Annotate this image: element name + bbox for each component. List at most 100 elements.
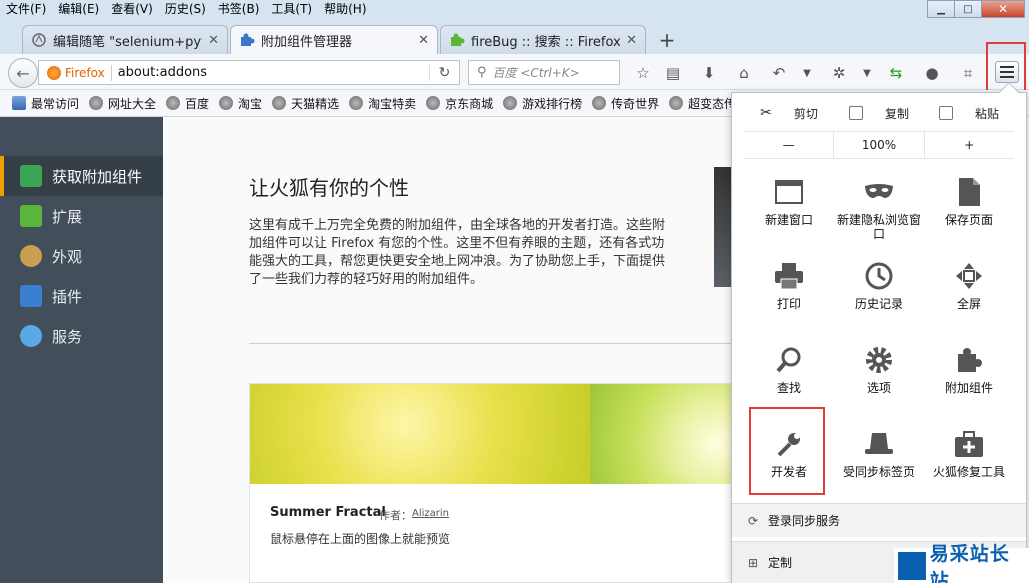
menu-edit[interactable]: 编辑(E) bbox=[52, 0, 105, 20]
globe-icon bbox=[219, 96, 234, 110]
save-page-button[interactable]: 保存页面 bbox=[924, 165, 1014, 247]
bookmark-item[interactable]: 网址大全 bbox=[89, 95, 156, 112]
back-button[interactable]: ← bbox=[8, 58, 38, 88]
firefox-icon bbox=[47, 65, 61, 80]
close-window-button[interactable]: ✕ bbox=[981, 0, 1025, 18]
bookmark-item[interactable]: 游戏排行榜 bbox=[503, 95, 582, 112]
addons-button[interactable]: 附加组件 bbox=[924, 333, 1014, 415]
zoom-reset-button[interactable]: 100% bbox=[833, 132, 925, 158]
menu-history[interactable]: 历史(S) bbox=[159, 0, 212, 20]
dropdown-arrow-icon[interactable]: ▼ bbox=[856, 62, 878, 84]
printer-icon bbox=[774, 261, 804, 291]
bookmark-item[interactable]: 百度 bbox=[166, 95, 209, 112]
close-tab-icon[interactable]: ✕ bbox=[418, 33, 429, 48]
site-identity[interactable]: Firefox bbox=[39, 65, 105, 80]
zoom-out-button[interactable]: — bbox=[744, 132, 833, 158]
bookmark-item[interactable]: 超变态传 bbox=[669, 95, 736, 112]
menu-bookmarks[interactable]: 书签(B) bbox=[212, 0, 266, 20]
addons-sidebar: 获取附加组件 扩展 外观 插件 服务 bbox=[0, 117, 163, 583]
plus-square-icon: ⊞ bbox=[747, 555, 759, 570]
watermark-logo-icon bbox=[898, 551, 926, 580]
print-button[interactable]: 打印 bbox=[744, 249, 834, 331]
reload-icon[interactable]: ↻ bbox=[429, 64, 459, 81]
sidebar-item-get-addons[interactable]: 获取附加组件 bbox=[0, 156, 163, 196]
bookmark-item[interactable]: 淘宝 bbox=[219, 95, 262, 112]
author-link[interactable]: Alizarin bbox=[412, 508, 449, 519]
tab-firebug-search[interactable]: fireBug :: 搜索 :: Firefox 附加 ✕ bbox=[440, 25, 646, 54]
copy-icon bbox=[848, 106, 863, 120]
most-visited-icon bbox=[12, 96, 26, 110]
chat-bubble-icon bbox=[20, 325, 42, 347]
bookmarks-list-icon[interactable]: ▤ bbox=[662, 62, 684, 84]
paste-button[interactable]: 粘贴 bbox=[924, 101, 1014, 125]
cut-button[interactable]: ✂ 剪切 bbox=[744, 101, 834, 125]
menu-view[interactable]: 查看(V) bbox=[105, 0, 159, 20]
search-placeholder: 百度 <Ctrl+K> bbox=[492, 66, 580, 80]
globe-icon bbox=[592, 96, 607, 110]
home-icon[interactable]: ⌂ bbox=[733, 62, 755, 84]
tab-strip: 编辑随笔 "selenium+pytho ✕ 附加组件管理器 ✕ fireBug… bbox=[0, 20, 1029, 54]
zoom-controls: — 100% + bbox=[744, 131, 1014, 159]
copy-button[interactable]: 复制 bbox=[834, 101, 924, 125]
featured-theme-card[interactable]: Summer Fractal 作者： Alizarin 鼠标悬停在上面的图像上就… bbox=[249, 383, 770, 583]
download-addons-icon bbox=[20, 165, 42, 187]
url-bar[interactable]: Firefox about:addons ↻ bbox=[38, 60, 460, 85]
sync-arrows-icon[interactable]: ⇆ bbox=[885, 62, 907, 84]
search-icon: ⚲ bbox=[477, 65, 487, 80]
bookmark-item[interactable]: 传奇世界 bbox=[592, 95, 659, 112]
history-button[interactable]: 历史记录 bbox=[834, 249, 924, 331]
watermark: 易采站长站 bbox=[894, 543, 1029, 583]
puzzle-green-icon bbox=[449, 32, 465, 48]
tab-label: 编辑随笔 "selenium+pytho bbox=[53, 34, 202, 50]
puzzle-icon bbox=[239, 32, 255, 48]
fullscreen-button[interactable]: 全屏 bbox=[924, 249, 1014, 331]
mask-icon bbox=[864, 177, 894, 207]
edit-controls: ✂ 剪切 复制 粘贴 bbox=[744, 101, 1014, 125]
sidebar-item-extensions[interactable]: 扩展 bbox=[0, 196, 163, 236]
dropdown-arrow-icon[interactable]: ▼ bbox=[796, 62, 818, 84]
sidebar-item-appearance[interactable]: 外观 bbox=[0, 236, 163, 276]
menu-file[interactable]: 文件(F) bbox=[0, 0, 52, 20]
globe-icon bbox=[669, 96, 684, 110]
new-window-button[interactable]: 新建窗口 bbox=[744, 165, 834, 247]
bookmark-item[interactable]: 淘宝特卖 bbox=[349, 95, 416, 112]
url-text[interactable]: about:addons bbox=[118, 65, 429, 80]
author-label: 作者： bbox=[379, 509, 412, 522]
find-button[interactable]: 查找 bbox=[744, 333, 834, 415]
clipboard-icon bbox=[938, 106, 953, 120]
zoom-in-button[interactable]: + bbox=[925, 132, 1014, 158]
menu-tools[interactable]: 工具(T) bbox=[265, 0, 318, 20]
close-tab-icon[interactable]: ✕ bbox=[626, 33, 637, 48]
bookmark-item[interactable]: 京东商城 bbox=[426, 95, 493, 112]
download-icon[interactable]: ⬇ bbox=[698, 62, 720, 84]
new-tab-button[interactable]: + bbox=[656, 28, 678, 52]
bookmark-item[interactable]: 天猫精选 bbox=[272, 95, 339, 112]
app-menu-panel: ✂ 剪切 复制 粘贴 — 100% + 新建窗口 新建隐私浏览窗口 保存页面 打印… bbox=[731, 82, 1027, 583]
nav-bar: Firefox about:addons ↻ ← ⚲ 百度 <Ctrl+K> ☆… bbox=[0, 42, 1029, 98]
tab-addons-manager[interactable]: 附加组件管理器 ✕ bbox=[230, 25, 438, 54]
repair-tool-button[interactable]: 火狐修复工具 bbox=[924, 417, 1014, 499]
tab-blog[interactable]: 编辑随笔 "selenium+pytho ✕ bbox=[22, 25, 228, 54]
minimize-button[interactable]: ▁ bbox=[927, 0, 955, 18]
menu-help[interactable]: 帮助(H) bbox=[318, 0, 372, 20]
options-button[interactable]: 选项 bbox=[834, 333, 924, 415]
toolbox-icon bbox=[954, 429, 984, 459]
bookmark-item[interactable]: 最常访问 bbox=[12, 95, 79, 112]
chat-bubble-icon[interactable]: ● bbox=[921, 62, 943, 84]
maximize-button[interactable]: □ bbox=[954, 0, 982, 18]
bookmark-star-icon[interactable]: ☆ bbox=[632, 62, 654, 84]
tab-label: 附加组件管理器 bbox=[261, 34, 353, 50]
sidebar-item-services[interactable]: 服务 bbox=[0, 316, 163, 356]
close-tab-icon[interactable]: ✕ bbox=[208, 33, 219, 48]
sync-signin-button[interactable]: ⟳ 登录同步服务 bbox=[732, 503, 1026, 537]
page-description: 这里有成千上万完全免费的附加组件，由全球各地的开发者打造。这些附加组件可以让 F… bbox=[249, 218, 666, 287]
menu-bar: 文件(F) 编辑(E) 查看(V) 历史(S) 书签(B) 工具(T) 帮助(H… bbox=[0, 0, 1029, 20]
crop-icon[interactable]: ⌗ bbox=[957, 62, 979, 84]
firebug-icon[interactable]: ✲ bbox=[828, 62, 850, 84]
search-input[interactable]: ⚲ 百度 <Ctrl+K> bbox=[468, 60, 620, 85]
undo-icon[interactable]: ↶ bbox=[768, 62, 790, 84]
synced-tabs-button[interactable]: 受同步标签页 bbox=[834, 417, 924, 499]
sync-icon: ⟳ bbox=[747, 513, 759, 528]
new-private-window-button[interactable]: 新建隐私浏览窗口 bbox=[834, 165, 924, 247]
sidebar-item-plugins[interactable]: 插件 bbox=[0, 276, 163, 316]
